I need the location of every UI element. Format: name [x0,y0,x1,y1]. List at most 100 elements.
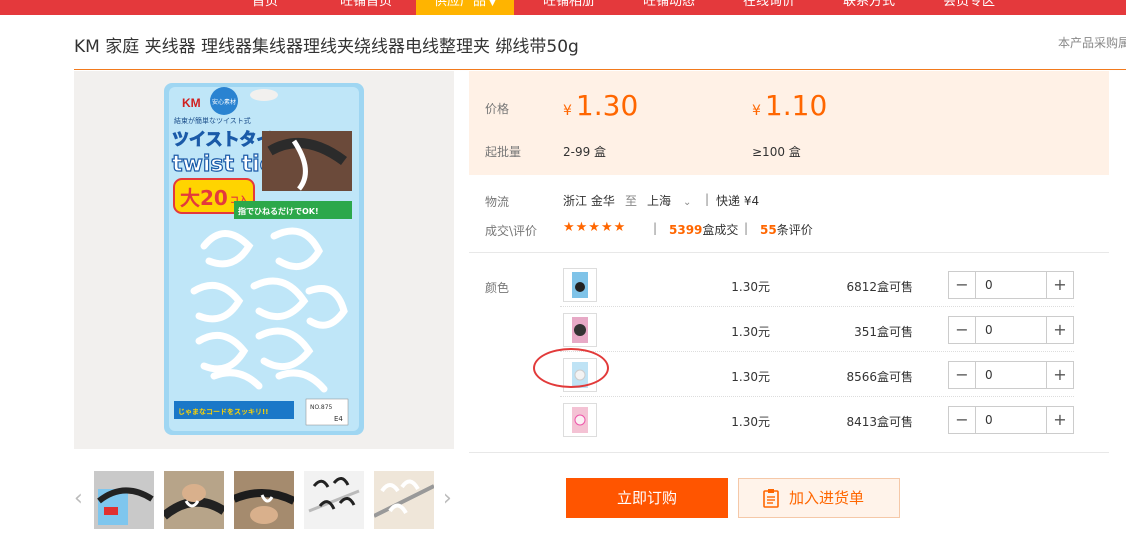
plus-icon[interactable]: + [1046,407,1073,433]
deal-count[interactable]: 5399盒成交 [669,221,738,238]
chevron-down-icon: ▼ [489,0,496,8]
plus-icon[interactable]: + [1046,317,1073,343]
product-title: KM 家庭 夹线器 理线器集线器理线夹绕线器电线整理夹 绑线带50g [74,37,579,57]
nav-item-member[interactable]: 会员专区 [924,0,1014,15]
thumbnail-5[interactable] [374,471,434,529]
quantity-stepper-2: − 0 + [948,316,1074,344]
price-tier-2-value: 1.10 [764,89,828,122]
quantity-stepper-1: − 0 + [948,271,1074,299]
ship-to-selector[interactable]: 上海 ⌄ [647,192,691,209]
minus-icon[interactable]: − [949,362,976,388]
add-to-purchase-list-label: 加入进货单 [789,489,865,507]
sku-2-stock-unit: 盒可售 [876,325,913,339]
clipboard-icon [763,489,779,508]
sku-3-price: 1.30元 [731,370,770,384]
color-label: 颜色 [485,281,510,295]
review-count-unit: 条评价 [776,223,813,237]
sku-3-stock-value: 8566 [846,370,877,384]
deal-count-value: 5399 [669,223,703,237]
title-divider [74,69,1126,70]
ship-from-province: 浙江 [563,194,588,208]
pipe-separator: | [705,192,710,206]
sku-1-stock: 6812盒可售 [793,278,913,295]
express-fee: 快递 ¥4 [716,194,760,208]
review-count[interactable]: 55条评价 [760,221,813,238]
nav-item-home[interactable]: 首页 [240,0,290,15]
divider [469,252,1109,253]
price-label: 价格 [485,102,510,116]
pkg-code: E4 [334,415,343,423]
nav-item-contact[interactable]: 联系方式 [824,0,914,15]
rating-stars: ★★★★★ [563,220,627,235]
quantity-input-3[interactable]: 0 [985,362,993,388]
thumbnail-4[interactable] [304,471,364,529]
sku-thumb-2[interactable] [563,313,597,347]
row-divider [560,306,1074,307]
sku-2-stock-value: 351 [854,325,877,339]
main-product-image[interactable]: KM 安心素材 結束が簡単なツイスト式 ツイストタイ twist tie 大20… [74,71,454,449]
sku-4-stock-unit: 盒可售 [876,415,913,429]
sku-4-price: 1.30元 [731,415,770,429]
pkg-jp-top: 結束が簡単なツイスト式 [174,116,251,125]
nav-item-news[interactable]: 旺铺动态 [624,0,714,15]
ship-from-city: 金华 [590,194,615,208]
sku-2-stock: 351盒可售 [793,323,913,340]
pipe-separator: | [653,221,658,235]
nav-item-products[interactable]: 供应产品 ▼ [416,0,514,15]
ship-from: 浙江 金华 [563,192,615,209]
top-nav: 首页 旺铺首页 供应产品 ▼ 旺铺相册 旺铺动态 在线询价 联系方式 会员专区 [0,0,1126,15]
minus-icon[interactable]: − [949,407,976,433]
tier-2-range: ≥100 盒 [752,145,801,159]
quantity-input-1[interactable]: 0 [985,272,993,298]
nav-item-album[interactable]: 旺铺相册 [524,0,614,15]
minus-icon[interactable]: − [949,272,976,298]
chevron-down-icon: ⌄ [683,197,692,208]
thumb-next-arrow[interactable]: › [443,486,452,511]
pipe-separator: | [744,221,749,235]
logistics-label: 物流 [485,195,510,209]
price-tier-1: ¥1.30 [563,89,638,122]
thumbnail-2[interactable] [164,471,224,529]
minus-icon[interactable]: − [949,317,976,343]
nav-item-inquiry[interactable]: 在线询价 [724,0,814,15]
currency-symbol: ¥ [752,103,761,119]
highlight-circle [533,348,609,388]
thumbnail-1[interactable] [94,471,154,529]
quantity-input-4[interactable]: 0 [985,407,993,433]
sku-3-stock: 8566盒可售 [793,368,913,385]
sku-thumb-4[interactable] [563,403,597,437]
ship-to-city: 上海 [647,194,672,208]
row-divider [560,351,1074,352]
nav-item-products-label: 供应产品 [434,0,487,9]
sku-thumb-1[interactable] [563,268,597,302]
review-count-value: 55 [760,223,777,237]
pkg-en-title: twist tie [172,152,275,177]
divider [469,452,1109,453]
pkg-brand: KM [182,96,201,110]
quantity-stepper-3: − 0 + [948,361,1074,389]
plus-icon[interactable]: + [1046,362,1073,388]
procurement-notice: 本产品采购属 [1058,36,1126,50]
twist-tie-package-image: KM 安心素材 結束が簡単なツイスト式 ツイストタイ twist tie 大20… [74,71,454,449]
pkg-count: 大20 [180,186,228,210]
quantity-input-2[interactable]: 0 [985,317,993,343]
thumb-prev-arrow[interactable]: ‹ [74,486,83,511]
currency-symbol: ¥ [563,103,572,119]
pkg-sku-no: NO.875 [310,404,333,411]
sku-4-stock: 8413盒可售 [793,413,913,430]
moq-label: 起批量 [485,145,522,159]
row-divider [560,396,1074,397]
ship-to-word: 至 [625,194,638,208]
add-to-purchase-list-button[interactable]: 加入进货单 [738,478,900,518]
order-now-button[interactable]: 立即订购 [566,478,728,518]
nav-item-shop-home[interactable]: 旺铺首页 [316,0,416,15]
sku-2-price: 1.30元 [731,325,770,339]
tier-1-range: 2-99 盒 [563,145,607,159]
sku-1-price: 1.30元 [731,280,770,294]
plus-icon[interactable]: + [1046,272,1073,298]
pkg-slogan: 指でひねるだけでOK! [238,206,319,216]
pkg-jp-title: ツイストタイ [172,130,274,150]
sku-1-stock-unit: 盒可售 [876,280,913,294]
quantity-stepper-4: − 0 + [948,406,1074,434]
thumbnail-3[interactable] [234,471,294,529]
